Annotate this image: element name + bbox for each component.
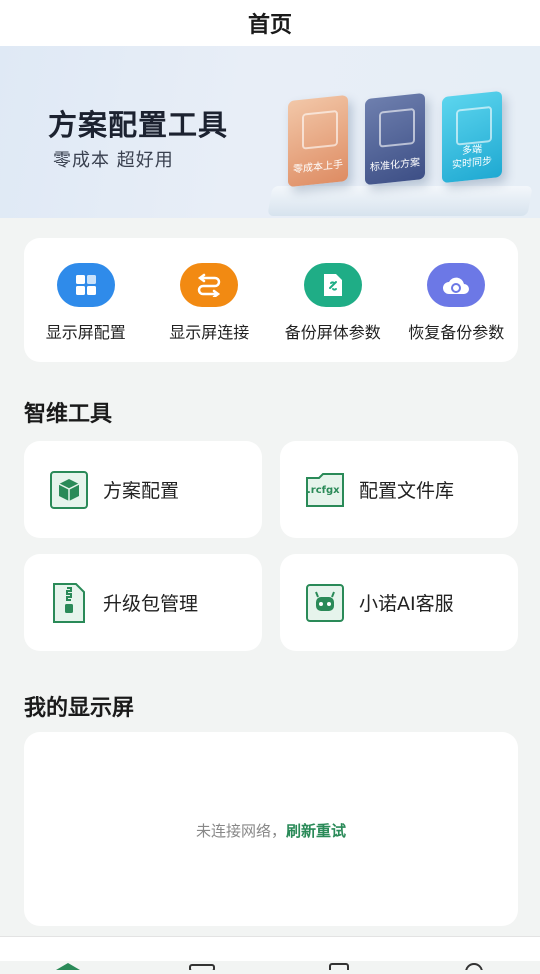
cloud-sync-icon — [427, 263, 486, 307]
quick-action-display-connect[interactable]: 显示屏连接 — [148, 238, 272, 362]
tab-profile[interactable] — [460, 955, 488, 974]
quick-action-label: 显示屏连接 — [169, 323, 250, 342]
banner-subtitle: 零成本 超好用 — [53, 150, 174, 171]
my-display-card: 未连接网络，刷新重试 — [24, 732, 518, 926]
tab-tools[interactable] — [326, 955, 354, 973]
quick-action-label: 显示屏配置 — [45, 323, 126, 342]
rcfgx-badge: .rcfgx — [307, 484, 340, 496]
promo-banner[interactable]: 方案配置工具 零成本 超好用 零成本上手 标准化方案 多端 实时同步 — [0, 46, 540, 218]
banner-card-low-cost: 零成本上手 — [288, 94, 348, 188]
quick-action-label: 恢复备份参数 — [408, 323, 505, 342]
link-document-icon — [303, 263, 362, 307]
monitor-icon — [189, 964, 215, 972]
tool-solution-config[interactable]: 方案配置 — [24, 441, 262, 538]
tool-label: 升级包管理 — [103, 593, 199, 615]
home-icon — [56, 963, 80, 970]
quick-action-restore-backup[interactable]: 恢复备份参数 — [395, 238, 519, 362]
quick-action-display-config[interactable]: 显示屏配置 — [24, 238, 148, 362]
banner-card-label: 标准化方案 — [370, 157, 420, 174]
quick-action-backup-params[interactable]: 备份屏体参数 — [271, 238, 395, 362]
zip-file-icon — [49, 582, 89, 623]
swap-arrows-icon — [180, 263, 239, 307]
tool-label: 小诺AI客服 — [359, 593, 454, 615]
banner-card-label: 多端 实时同步 — [452, 143, 492, 172]
empty-state-message: 未连接网络，刷新重试 — [24, 820, 518, 841]
cube-icon — [49, 470, 89, 510]
user-icon — [465, 963, 483, 974]
retry-link[interactable]: 刷新重试 — [286, 822, 346, 840]
phone-icon — [329, 963, 349, 973]
no-network-text: 未连接网络， — [195, 822, 286, 840]
tool-label: 方案配置 — [103, 480, 180, 502]
robot-icon — [305, 583, 345, 623]
tool-ai-service[interactable]: 小诺AI客服 — [280, 554, 518, 651]
quick-action-label: 备份屏体参数 — [284, 323, 381, 342]
monitor-icon — [456, 105, 492, 146]
tab-home[interactable] — [54, 955, 82, 971]
gear-document-icon — [379, 107, 415, 148]
bottom-tab-bar — [0, 936, 540, 974]
rcfgx-folder-icon: .rcfgx — [305, 470, 345, 510]
banner-card-label: 零成本上手 — [293, 159, 343, 176]
top-bar: 首页 — [0, 0, 540, 46]
banner-card-sync: 多端 实时同步 — [442, 90, 502, 184]
banner-title: 方案配置工具 — [48, 108, 229, 142]
banner-platform — [267, 186, 533, 216]
my-display-section-title: 我的显示屏 — [24, 696, 135, 721]
document-icon — [302, 109, 338, 150]
tool-config-library[interactable]: .rcfgx 配置文件库 — [280, 441, 518, 538]
page-title: 首页 — [247, 13, 292, 38]
quick-actions-panel: 显示屏配置 显示屏连接 备份屏体参数 恢复备份参数 — [24, 238, 518, 362]
tab-devices[interactable] — [188, 955, 216, 972]
grid-icon — [56, 263, 115, 307]
tool-label: 配置文件库 — [359, 480, 455, 502]
banner-card-standard: 标准化方案 — [365, 92, 425, 186]
tools-section-title: 智维工具 — [24, 402, 113, 427]
tool-upgrade-package[interactable]: 升级包管理 — [24, 554, 262, 651]
